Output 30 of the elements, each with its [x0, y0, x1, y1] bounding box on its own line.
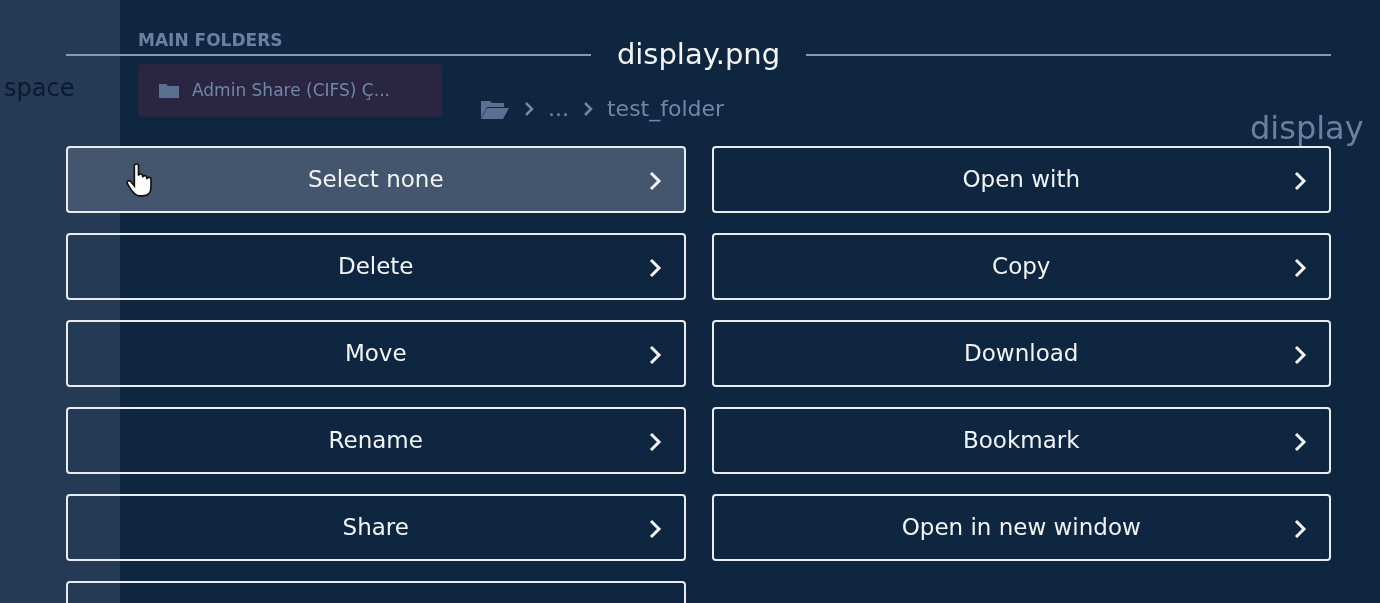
action-button[interactable]: Open with: [711, 146, 1331, 213]
action-button[interactable]: Copy: [711, 233, 1331, 300]
action-button[interactable]: Share: [66, 494, 686, 561]
chevron-right-icon: [1293, 519, 1307, 539]
breadcrumb-item[interactable]: ...: [548, 92, 569, 125]
chevron-right-icon: [647, 258, 662, 278]
folder-label: Admin Share (CIFS) Ç...: [192, 78, 390, 102]
action-button[interactable]: Move: [66, 320, 686, 387]
sidebar-heading: MAIN FOLDERS: [138, 29, 284, 52]
chevron-right-icon: [647, 171, 662, 191]
dialog-title: display.png: [616, 36, 781, 74]
details-title: display: [1250, 108, 1364, 149]
action-button[interactable]: Delete: [66, 233, 686, 300]
chevron-right-icon: [524, 100, 534, 117]
chevron-right-icon: [647, 345, 662, 365]
chevron-right-icon: [1293, 258, 1307, 278]
action-button[interactable]: Select none: [66, 146, 686, 213]
chevron-right-icon: [647, 432, 662, 452]
folder-item[interactable]: Admin Share (CIFS) Ç...: [138, 63, 442, 117]
action-button[interactable]: Rename: [66, 407, 686, 474]
breadcrumb-item[interactable]: test_folder: [607, 92, 725, 125]
chevron-right-icon: [1293, 432, 1307, 452]
action-button[interactable]: Download: [711, 320, 1331, 387]
chevron-right-icon: [1293, 171, 1307, 191]
action-button[interactable]: Open in new window: [711, 494, 1331, 561]
chevron-right-icon: [1293, 345, 1307, 365]
chevron-right-icon: [583, 100, 593, 117]
chevron-right-icon: [647, 519, 662, 539]
action-button[interactable]: Bookmark: [711, 407, 1331, 474]
folder-icon: [158, 81, 180, 100]
